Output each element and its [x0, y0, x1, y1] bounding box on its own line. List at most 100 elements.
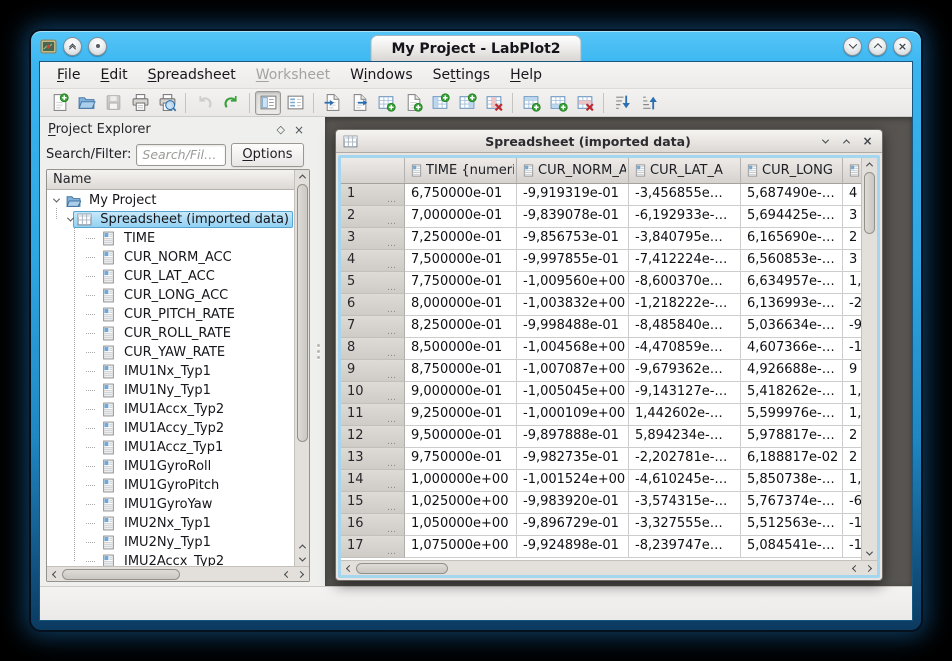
cell-r11c3[interactable]: 1,442602e-… [629, 404, 741, 426]
subwindow-maximize-button[interactable] [839, 134, 854, 149]
cell-r7c3[interactable]: -8,485840e… [629, 316, 741, 338]
tree-item-imu2accx-typ2[interactable]: IMU2Accx_Typ2 [47, 552, 293, 566]
sort-descending-button[interactable] [609, 91, 635, 115]
cell-r3c2[interactable]: -9,856753e-01 [517, 228, 629, 250]
tree-item-imu1nx-typ1[interactable]: IMU1Nx_Typ1 [47, 362, 293, 381]
row-header-7[interactable]: 7… [341, 316, 405, 338]
print-button[interactable] [127, 91, 153, 115]
menu-help[interactable]: Help [501, 64, 551, 86]
menu-edit[interactable]: Edit [91, 64, 136, 86]
shade-window-button[interactable] [63, 37, 82, 56]
cell-r11c2[interactable]: -1,000109e+00 [517, 404, 629, 426]
menu-windows[interactable]: Windows [341, 64, 422, 86]
cell-r10c2[interactable]: -1,005045e+00 [517, 382, 629, 404]
cell-r3c1[interactable]: 7,250000e-01 [405, 228, 517, 250]
export-button[interactable] [346, 91, 372, 115]
cell-r5c3[interactable]: -8,600370e… [629, 272, 741, 294]
cell-r9c1[interactable]: 8,750000e-01 [405, 360, 517, 382]
cell-r5c2[interactable]: -1,009560e+00 [517, 272, 629, 294]
row-header-10[interactable]: 10… [341, 382, 405, 404]
tree-item-imu1accx-typ2[interactable]: IMU1Accx_Typ2 [47, 400, 293, 419]
menu-spreadsheet[interactable]: Spreadsheet [139, 64, 245, 86]
scroll-down-icon[interactable] [296, 553, 309, 566]
insert-row-above-button[interactable] [518, 91, 544, 115]
cell-r2c1[interactable]: 7,000000e-01 [405, 206, 517, 228]
tree-item-imu1accy-typ2[interactable]: IMU1Accy_Typ2 [47, 419, 293, 438]
table-corner-cell[interactable] [341, 158, 405, 183]
float-dock-icon[interactable]: ◇ [276, 123, 284, 136]
tree-item-time[interactable]: TIME [47, 229, 293, 248]
dock-splitter[interactable] [312, 117, 325, 586]
scroll-left-icon[interactable] [849, 562, 862, 575]
row-header-15[interactable]: 15… [341, 492, 405, 514]
cell-r12c4[interactable]: 5,978817e-… [741, 426, 843, 448]
row-header-16[interactable]: 16… [341, 514, 405, 536]
cell-r10c4[interactable]: 5,418262e-… [741, 382, 843, 404]
tree-vscroll-thumb[interactable] [297, 184, 308, 442]
spreadsheet-window-titlebar[interactable]: Spreadsheet (imported data) × [336, 130, 882, 153]
cell-r13c3[interactable]: -2,202781e-… [629, 448, 741, 470]
subwindow-close-button[interactable]: × [860, 134, 875, 149]
row-header-11[interactable]: 11… [341, 404, 405, 426]
tree-header-name[interactable]: Name [47, 170, 309, 190]
scroll-up-icon[interactable] [863, 158, 876, 171]
column-header-cur-norm-a[interactable]: CUR_NORM_A [517, 158, 629, 183]
tree-item-imu1gyropitch[interactable]: IMU1GyroPitch [47, 476, 293, 495]
cell-r2c3[interactable]: -6,192933e-… [629, 206, 741, 228]
cell-r8c3[interactable]: -4,470859e… [629, 338, 741, 360]
window-titlebar[interactable]: My Project - LabPlot2 × [31, 31, 921, 61]
expander-icon[interactable] [50, 198, 62, 203]
row-header-17[interactable]: 17… [341, 536, 405, 558]
tree-item-cur-norm-acc[interactable]: CUR_NORM_ACC [47, 248, 293, 267]
cell-r7c1[interactable]: 8,250000e-01 [405, 316, 517, 338]
tree-item-imu1ny-typ1[interactable]: IMU1Ny_Typ1 [47, 381, 293, 400]
toggle-properties-explorer-button[interactable] [282, 91, 308, 115]
cell-r6c1[interactable]: 8,000000e-01 [405, 294, 517, 316]
cell-r14c4[interactable]: 5,850738e-… [741, 470, 843, 492]
table-hscroll-thumb[interactable] [356, 563, 448, 574]
tree-item-imu2nx-typ1[interactable]: IMU2Nx_Typ1 [47, 514, 293, 533]
cell-r12c3[interactable]: 5,894234e-… [629, 426, 741, 448]
toggle-project-explorer-button[interactable] [255, 91, 281, 115]
scroll-left-icon[interactable] [49, 568, 62, 581]
tree-item-cur-yaw-rate[interactable]: CUR_YAW_RATE [47, 343, 293, 362]
tree-item-spreadsheet-imported-data[interactable]: Spreadsheet (imported data) [47, 210, 293, 229]
open-project-button[interactable] [73, 91, 99, 115]
cell-r10c3[interactable]: -9,143127e-… [629, 382, 741, 404]
row-header-8[interactable]: 8… [341, 338, 405, 360]
cell-r15c2[interactable]: -9,983920e-01 [517, 492, 629, 514]
cell-r11c1[interactable]: 9,250000e-01 [405, 404, 517, 426]
cell-r8c4[interactable]: 4,607366e-… [741, 338, 843, 360]
tree-item-cur-roll-rate[interactable]: CUR_ROLL_RATE [47, 324, 293, 343]
cell-r1c1[interactable]: 6,750000e-01 [405, 184, 517, 206]
row-header-2[interactable]: 2… [341, 206, 405, 228]
menu-file[interactable]: File [48, 64, 89, 86]
close-window-button[interactable]: × [893, 37, 912, 56]
cell-r16c2[interactable]: -9,896729e-01 [517, 514, 629, 536]
add-spreadsheet-button[interactable] [373, 91, 399, 115]
scroll-right-icon[interactable] [862, 562, 875, 575]
pin-window-button[interactable] [88, 37, 107, 56]
cell-r17c1[interactable]: 1,075000e+00 [405, 536, 517, 558]
tree-item-cur-lat-acc[interactable]: CUR_LAT_ACC [47, 267, 293, 286]
maximize-window-button[interactable] [868, 37, 887, 56]
cell-r11c4[interactable]: 5,599976e-… [741, 404, 843, 426]
search-filter-input[interactable] [136, 144, 226, 166]
import-data-button[interactable] [319, 91, 345, 115]
remove-column-button[interactable] [481, 91, 507, 115]
tree-item-my-project[interactable]: My Project [47, 191, 293, 210]
cell-r2c4[interactable]: 5,694425e-… [741, 206, 843, 228]
cell-r17c4[interactable]: 5,084541e-… [741, 536, 843, 558]
row-header-13[interactable]: 13… [341, 448, 405, 470]
tree-hscroll-thumb[interactable] [62, 569, 180, 580]
tree-item-imu1gyroroll[interactable]: IMU1GyroRoll [47, 457, 293, 476]
insert-column-right-button[interactable] [454, 91, 480, 115]
insert-column-left-button[interactable] [427, 91, 453, 115]
scroll-up-icon[interactable] [296, 170, 309, 183]
cell-r1c4[interactable]: 5,687490e-… [741, 184, 843, 206]
close-dock-icon[interactable]: × [294, 123, 304, 137]
row-header-12[interactable]: 12… [341, 426, 405, 448]
add-page-button[interactable] [400, 91, 426, 115]
cell-r13c2[interactable]: -9,982735e-01 [517, 448, 629, 470]
cell-r9c2[interactable]: -1,007087e+00 [517, 360, 629, 382]
